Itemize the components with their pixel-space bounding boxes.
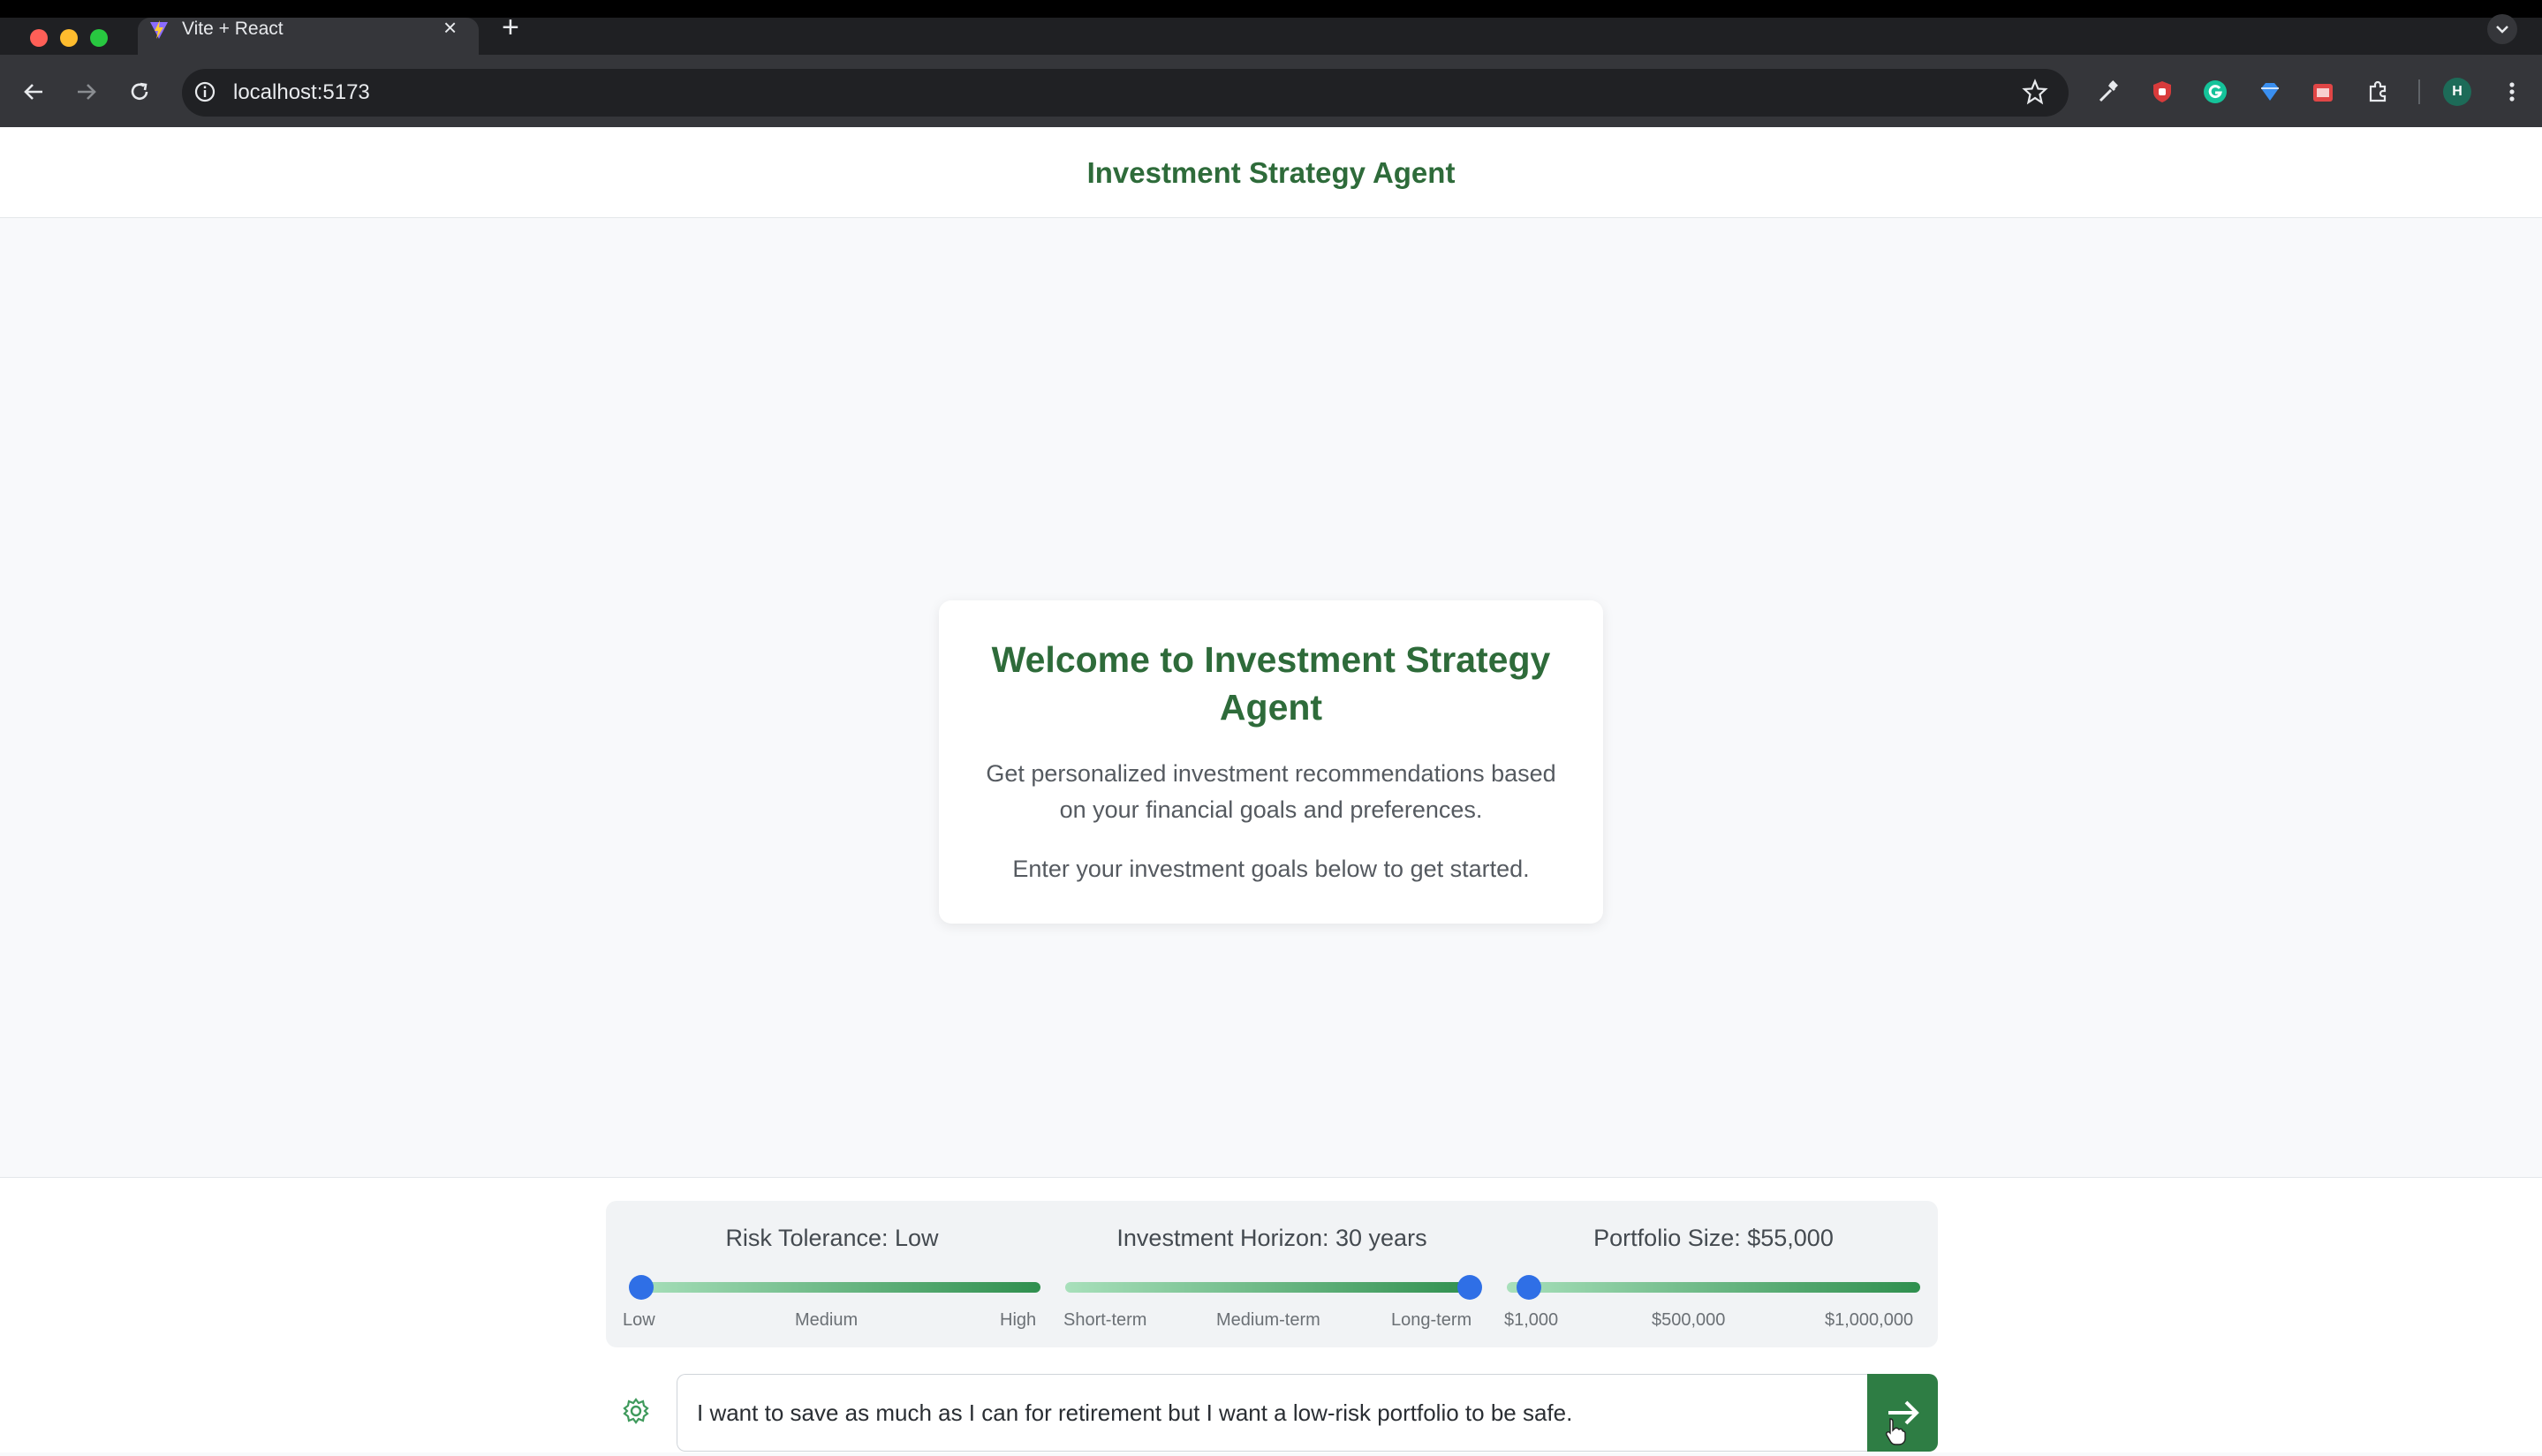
gear-icon[interactable] xyxy=(620,1395,652,1427)
arrow-right-icon[interactable] xyxy=(71,76,102,108)
app-title: Investment Strategy Agent xyxy=(1086,156,1456,189)
welcome-title-line-1: Welcome to Investment Strategy xyxy=(991,639,1551,680)
more-menu-icon[interactable] xyxy=(2498,78,2526,106)
maximize-window-button[interactable] xyxy=(90,29,108,47)
welcome-description-line-1: Get personalized investment recommendati… xyxy=(986,760,1556,787)
shield-extension-icon[interactable] xyxy=(2148,78,2176,106)
url-text[interactable]: localhost:5173 xyxy=(233,78,370,108)
risk-tick-high: High xyxy=(1000,1310,1037,1330)
tab-search-button[interactable] xyxy=(2487,14,2517,44)
grammarly-icon[interactable] xyxy=(2201,78,2229,106)
portfolio-size-label: Portfolio Size: $55,000 xyxy=(1593,1225,1834,1251)
screen-top-strip xyxy=(0,0,2542,18)
reload-icon[interactable] xyxy=(124,76,155,108)
vite-logo-icon xyxy=(150,20,168,39)
goal-input[interactable] xyxy=(677,1374,1867,1452)
welcome-description: Get personalized investment recommendati… xyxy=(963,756,1579,828)
plus-icon[interactable]: + xyxy=(502,12,519,42)
risk-tick-low: Low xyxy=(623,1310,655,1330)
investment-horizon-thumb[interactable] xyxy=(1457,1275,1482,1300)
risk-tolerance-thumb[interactable] xyxy=(629,1275,654,1300)
tab-title: Vite + React xyxy=(182,19,284,39)
toolbar-divider xyxy=(2418,79,2420,104)
arrow-left-icon[interactable] xyxy=(18,76,49,108)
close-icon[interactable]: × xyxy=(443,16,457,39)
risk-tolerance-slider[interactable] xyxy=(634,1282,1040,1293)
portfolio-tick-mid: $500,000 xyxy=(1652,1310,1726,1330)
close-window-button[interactable] xyxy=(30,29,48,47)
welcome-cta: Enter your investment goals below to get… xyxy=(1012,856,1530,882)
horizon-tick-short: Short-term xyxy=(1063,1310,1147,1330)
chevron-down-icon xyxy=(2496,26,2508,34)
gem-extension-icon[interactable] xyxy=(2256,78,2284,106)
star-icon[interactable] xyxy=(2021,78,2049,106)
investment-horizon-slider[interactable] xyxy=(1065,1282,1477,1293)
risk-tolerance-label: Risk Tolerance: Low xyxy=(725,1225,939,1251)
investment-horizon-label: Investment Horizon: 30 years xyxy=(1116,1225,1427,1251)
horizon-tick-medium: Medium-term xyxy=(1216,1310,1320,1330)
profile-avatar[interactable]: H xyxy=(2443,78,2471,106)
eyedropper-icon[interactable] xyxy=(2093,78,2122,106)
minimize-window-button[interactable] xyxy=(60,29,78,47)
horizon-tick-long: Long-term xyxy=(1391,1310,1472,1330)
welcome-title: Welcome to Investment Strategy Agent xyxy=(939,636,1603,731)
portfolio-tick-min: $1,000 xyxy=(1504,1310,1559,1330)
welcome-title-line-2: Agent xyxy=(1219,687,1323,728)
risk-tick-medium: Medium xyxy=(795,1310,859,1330)
portfolio-tick-max: $1,000,000 xyxy=(1825,1310,1914,1330)
gift-extension-icon[interactable] xyxy=(2309,78,2337,106)
portfolio-size-slider[interactable] xyxy=(1507,1282,1920,1293)
info-icon[interactable] xyxy=(193,79,217,104)
address-bar[interactable] xyxy=(182,69,2069,117)
puzzle-extensions-icon[interactable] xyxy=(2364,78,2392,106)
mouse-cursor-icon xyxy=(1886,1418,1906,1445)
welcome-description-line-2: on your financial goals and preferences. xyxy=(1059,796,1483,823)
